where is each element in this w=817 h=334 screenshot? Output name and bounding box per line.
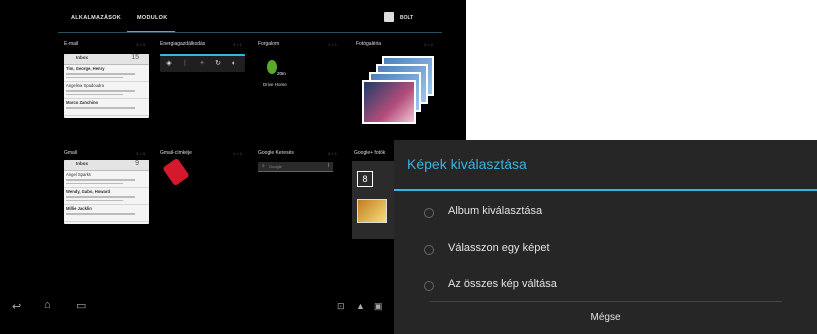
traffic-pin-icon (267, 60, 277, 74)
widget-title: Forgalom (258, 41, 280, 47)
mail-sender: Millie Jacklin (66, 206, 92, 211)
widget-title: Fotógaléria (356, 41, 382, 47)
widget-title: Google+ fotók (354, 150, 386, 156)
dialog-title: Képek kiválasztása (407, 156, 527, 172)
widget-size: 3 × 3 (136, 42, 146, 47)
list-item: Millie Jacklin (64, 205, 149, 222)
gps-icon: ✦ (199, 60, 205, 67)
dialog-title-divider (394, 189, 817, 191)
image-picker-dialog: Képek kiválasztása Album kiválasztása Vá… (394, 140, 817, 334)
list-item: Angel Sparks (64, 171, 149, 188)
widget-title: Gmail-címkéje (160, 150, 192, 156)
mail-sender: Tim, George, Henry (66, 66, 105, 71)
mail-count: 15 (131, 54, 139, 61)
home-icon[interactable]: ⌂ (44, 299, 51, 311)
mail-sender: Wendy, Gabo, Howard (66, 189, 111, 194)
widget-size: 3 × 1 (233, 42, 243, 47)
recent-apps-icon[interactable]: ▭ (76, 299, 86, 312)
mail-sender: Angelina Spadoudra (66, 83, 104, 88)
tab-bar: ALKALMAZÁSOK MODULOK BOLT (0, 0, 466, 33)
widget-title: Energiagazdálkodás (160, 41, 206, 47)
mail-header-label: Inbox (76, 161, 88, 166)
gallery-photo (362, 80, 416, 124)
gplus-photo (357, 199, 387, 223)
screenshot-icon[interactable]: ⊡ (337, 301, 345, 312)
mail-header: Inbox 15 (64, 54, 149, 65)
list-item: Angelina Spadoudra (64, 82, 149, 99)
widget-title: E-mail (64, 41, 79, 47)
mail-sender: Marco Zanchino (66, 100, 99, 105)
radio-button[interactable] (424, 245, 434, 255)
traffic-time: 20m (277, 71, 286, 76)
back-icon[interactable]: ↩ (12, 300, 21, 313)
widget-title: Google Keresés (258, 150, 294, 156)
dialog-button-divider (430, 301, 782, 302)
gplus-icon: 8 (357, 171, 373, 187)
widget-size: 1 × 1 (233, 151, 243, 156)
widget-size: 1 × 1 (328, 42, 338, 47)
mail-header-label: Inbox (76, 55, 88, 60)
radio-button[interactable] (424, 208, 434, 218)
cancel-button[interactable]: Mégse (394, 312, 817, 323)
power-control-bar: ◈ ᛒ ✦ ↻ ◐ (160, 54, 245, 72)
widget-size: 4 × 1 (328, 151, 338, 156)
widget-size: 3 × 3 (136, 151, 146, 156)
store-button[interactable]: BOLT (400, 15, 413, 21)
tab-divider (58, 32, 442, 33)
mail-count: 9 (135, 160, 139, 167)
wifi-icon: ◈ (166, 60, 172, 67)
bluetooth-icon: ᛒ (182, 60, 188, 67)
mic-icon: ǀ (327, 163, 329, 169)
search-bar: ⌕ Google ǀ (258, 162, 333, 172)
list-item: Tim, George, Henry (64, 65, 149, 82)
option-label: Az összes kép váltása (448, 278, 557, 290)
search-placeholder: Google (269, 164, 282, 169)
sync-icon: ↻ (215, 60, 221, 67)
tab-widgets[interactable]: MODULOK (137, 15, 168, 21)
image-icon[interactable]: ▣ (374, 301, 383, 312)
mail-header: Inbox 9 (64, 160, 149, 171)
email-preview: Inbox 15 Tim, George, Henry Angelina Spa… (64, 54, 149, 118)
store-icon[interactable] (384, 12, 394, 22)
traffic-label: Drive Home (263, 82, 287, 87)
list-item: Wendy, Gabo, Howard (64, 188, 149, 205)
warning-icon[interactable]: ▲ (356, 301, 365, 311)
widget-size: 2 × 2 (424, 42, 434, 47)
option-label: Válasszon egy képet (448, 242, 550, 254)
gmail-preview: Inbox 9 Angel Sparks Wendy, Gabo, Howard… (64, 160, 149, 224)
list-item: Marco Zanchino (64, 99, 149, 116)
widget-title: Gmail (64, 150, 78, 156)
mail-sender: Angel Sparks (66, 172, 91, 177)
search-icon: ⌕ (262, 163, 265, 169)
label-tag-icon (162, 157, 190, 187)
radio-button[interactable] (424, 281, 434, 291)
option-label: Album kiválasztása (448, 205, 543, 217)
tab-apps[interactable]: ALKALMAZÁSOK (71, 15, 121, 21)
brightness-icon: ◐ (231, 60, 237, 67)
